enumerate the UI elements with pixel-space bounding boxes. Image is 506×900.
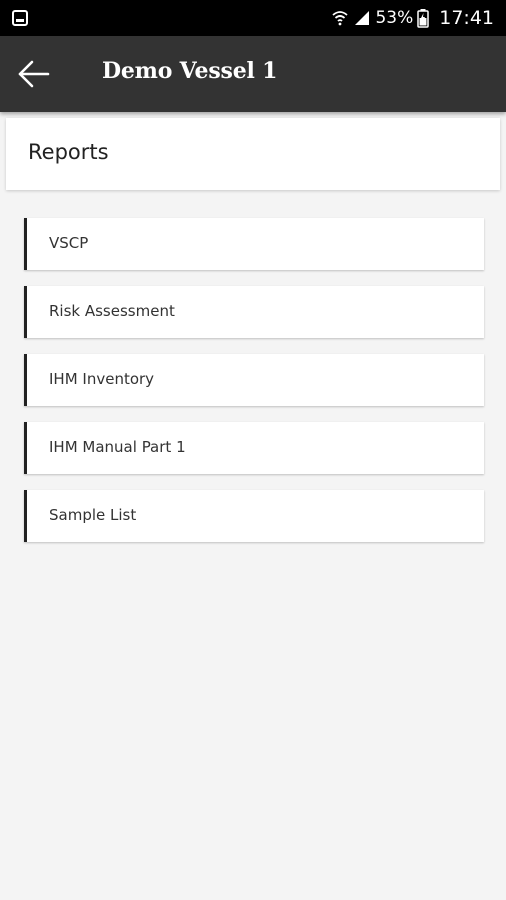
report-item-risk-assessment[interactable]: Risk Assessment	[24, 286, 484, 338]
section-title: Reports	[28, 140, 109, 164]
report-item-vscp[interactable]: VSCP	[24, 218, 484, 270]
report-item-label: IHM Inventory	[49, 370, 155, 388]
report-item-sample-list[interactable]: Sample List	[24, 490, 484, 542]
notification-icon	[12, 10, 28, 26]
battery-icon	[417, 9, 429, 28]
page-title: Demo Vessel 1	[102, 58, 278, 84]
arrow-left-icon	[18, 60, 50, 88]
app-bar: Demo Vessel 1	[0, 36, 506, 112]
report-item-label: Risk Assessment	[49, 302, 175, 320]
report-item-ihm-manual-part-1[interactable]: IHM Manual Part 1	[24, 422, 484, 474]
section-header: Reports	[6, 118, 500, 190]
wifi-icon	[332, 11, 349, 26]
status-icons: 53% 17:41	[331, 0, 494, 36]
report-item-label: Sample List	[49, 506, 137, 524]
report-item-ihm-inventory[interactable]: IHM Inventory	[24, 354, 484, 406]
report-list: VSCP Risk Assessment IHM Inventory IHM M…	[24, 218, 484, 558]
battery-percent: 53%	[375, 8, 414, 28]
report-item-label: IHM Manual Part 1	[49, 438, 186, 456]
back-button[interactable]	[14, 56, 54, 92]
report-item-label: VSCP	[49, 234, 89, 252]
clock: 17:41	[439, 7, 494, 29]
status-bar: 53% 17:41	[0, 0, 506, 36]
signal-icon	[355, 11, 370, 25]
